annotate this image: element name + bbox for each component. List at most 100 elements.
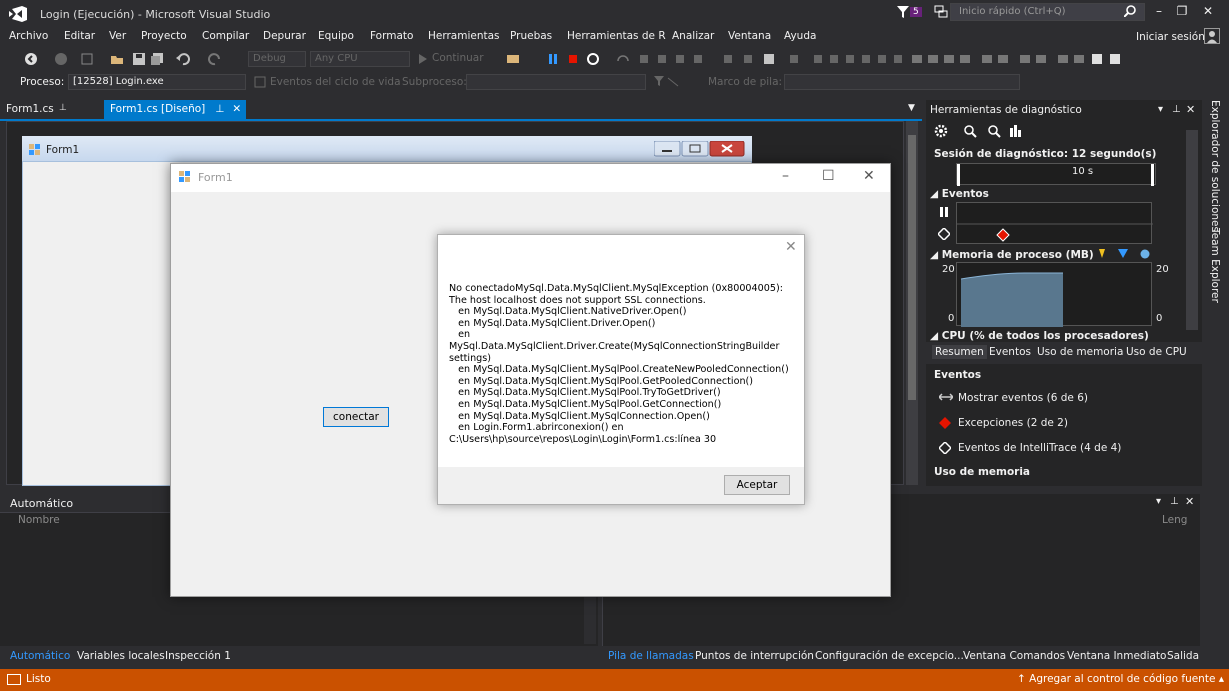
menu-pruebas[interactable]: Pruebas bbox=[510, 30, 552, 42]
cpu-track-header[interactable]: ◢ CPU (% de todos los procesadores) bbox=[930, 330, 1149, 342]
form1-close-button[interactable]: ✕ bbox=[863, 168, 875, 184]
pin-icon[interactable]: ⊥ bbox=[215, 103, 224, 115]
tab-pila-de-llamadas[interactable]: Pila de llamadas bbox=[608, 650, 694, 662]
events-track-header[interactable]: ◢ Eventos bbox=[930, 188, 989, 200]
panel-dropdown-icon[interactable]: ▾ bbox=[1156, 496, 1161, 507]
thread-select[interactable] bbox=[466, 74, 646, 90]
tab-inspeccion-1[interactable]: Inspección 1 bbox=[165, 650, 231, 662]
autos-column-name[interactable]: Nombre bbox=[18, 514, 60, 526]
menu-equipo[interactable]: Equipo bbox=[318, 30, 354, 42]
zoom-out-icon[interactable] bbox=[987, 124, 1001, 141]
connect-button[interactable]: conectar bbox=[323, 407, 389, 427]
ok-button[interactable]: Aceptar bbox=[724, 475, 790, 495]
user-avatar-icon[interactable] bbox=[1204, 28, 1220, 44]
tab-configuracion-excepciones[interactable]: Configuración de excepcio... bbox=[815, 650, 964, 662]
tab-uso-de-memoria[interactable]: Uso de memoria bbox=[1037, 346, 1123, 358]
tab-uso-de-cpu[interactable]: Uso de CPU bbox=[1126, 346, 1187, 358]
memory-track-header-label: Memoria de proceso (MB) bbox=[941, 249, 1094, 261]
restart-icon[interactable] bbox=[586, 52, 600, 66]
restore-button[interactable]: ❐ bbox=[1170, 4, 1194, 22]
redo-icon[interactable] bbox=[208, 52, 222, 66]
menu-herramientas-r[interactable]: Herramientas de R bbox=[567, 30, 666, 42]
filter-icon[interactable] bbox=[897, 6, 909, 21]
message-box-close-button[interactable]: ✕ bbox=[785, 239, 797, 255]
notifications-badge[interactable]: 5 bbox=[910, 7, 922, 17]
sign-in-link[interactable]: Iniciar sesión bbox=[1136, 31, 1205, 43]
tab-variables-locales[interactable]: Variables locales bbox=[77, 650, 165, 662]
diagnostic-timeline[interactable] bbox=[956, 163, 1156, 186]
close-panel-icon[interactable]: ✕ bbox=[1186, 103, 1195, 116]
solution-explorer-tab[interactable]: Explorador de soluciones bbox=[1209, 100, 1221, 232]
tab-form1-cs[interactable]: Form1.cs bbox=[6, 103, 54, 115]
continue-button[interactable]: Continuar bbox=[432, 52, 484, 64]
pause-icon[interactable] bbox=[546, 52, 560, 66]
events-track[interactable] bbox=[956, 202, 1153, 244]
menu-compilar[interactable]: Compilar bbox=[202, 30, 249, 42]
process-select[interactable]: [12528] Login.exe bbox=[68, 74, 246, 90]
menu-ver[interactable]: Ver bbox=[109, 30, 126, 42]
menu-formato[interactable]: Formato bbox=[370, 30, 413, 42]
tab-automatico[interactable]: Automático bbox=[10, 650, 70, 662]
form1-minimize-button[interactable]: – bbox=[782, 168, 789, 184]
menu-analizar[interactable]: Analizar bbox=[672, 30, 714, 42]
close-button[interactable]: ✕ bbox=[1196, 4, 1220, 22]
quick-launch-input[interactable]: Inicio rápido (Ctrl+Q) bbox=[950, 3, 1145, 21]
stack-frame-select[interactable] bbox=[784, 74, 1020, 90]
gc-marker-icon bbox=[1097, 249, 1107, 262]
continue-icon[interactable] bbox=[418, 53, 428, 68]
step-over-icon[interactable] bbox=[616, 52, 630, 66]
pin-icon[interactable]: ⊥ bbox=[59, 103, 67, 113]
search-icon[interactable] bbox=[1123, 5, 1136, 20]
zoom-in-icon[interactable] bbox=[963, 124, 977, 141]
minimize-button[interactable]: – bbox=[1147, 4, 1171, 22]
tab-eventos[interactable]: Eventos bbox=[989, 346, 1031, 358]
tab-dropdown-icon[interactable]: ▼ bbox=[908, 103, 915, 113]
tab-form1-design[interactable]: Form1.cs [Diseño] ⊥ ✕ bbox=[104, 100, 246, 119]
exceptions-link[interactable]: Excepciones (2 de 2) bbox=[958, 417, 1068, 429]
menu-herramientas[interactable]: Herramientas bbox=[428, 30, 500, 42]
close-panel-icon[interactable]: ✕ bbox=[1185, 495, 1194, 508]
intellitrace-events-link[interactable]: Eventos de IntelliTrace (4 de 4) bbox=[958, 442, 1121, 454]
tab-puntos-de-interrupcion[interactable]: Puntos de interrupción bbox=[695, 650, 814, 662]
stop-icon[interactable] bbox=[566, 52, 580, 66]
language-column[interactable]: Leng bbox=[1162, 514, 1187, 526]
new-project-icon[interactable] bbox=[80, 52, 94, 66]
save-all-icon[interactable] bbox=[150, 52, 164, 66]
back-icon[interactable] bbox=[24, 52, 38, 66]
memory-track-header[interactable]: ◢ Memoria de proceso (MB) bbox=[930, 249, 1094, 261]
platform-select[interactable]: Any CPU bbox=[310, 51, 410, 67]
save-icon[interactable] bbox=[132, 52, 146, 66]
settings-gear-icon[interactable] bbox=[934, 124, 948, 141]
forward-icon[interactable] bbox=[54, 52, 68, 66]
menu-ventana[interactable]: Ventana bbox=[728, 30, 771, 42]
pin-icon[interactable]: ⊥ bbox=[1170, 496, 1179, 507]
team-explorer-tab[interactable]: Team Explorer bbox=[1209, 228, 1221, 303]
add-to-source-control-button[interactable]: ↑ Agregar al control de código fuente ▴ bbox=[1017, 673, 1224, 685]
lifecycle-events-icon[interactable] bbox=[254, 76, 266, 91]
form1-maximize-button[interactable]: ☐ bbox=[822, 168, 835, 184]
open-file-icon[interactable] bbox=[110, 52, 124, 66]
menu-ayuda[interactable]: Ayuda bbox=[784, 30, 816, 42]
close-tab-icon[interactable]: ✕ bbox=[232, 103, 241, 115]
undo-icon[interactable] bbox=[176, 52, 190, 66]
tab-resumen[interactable]: Resumen bbox=[932, 345, 987, 359]
browser-link-icon[interactable] bbox=[506, 52, 520, 66]
panel-dropdown-icon[interactable]: ▾ bbox=[1158, 104, 1163, 115]
memory-usage-chart[interactable] bbox=[956, 262, 1152, 327]
flag-threads-icon[interactable] bbox=[654, 76, 684, 91]
editor-scrollbar-thumb[interactable] bbox=[908, 135, 916, 400]
tab-salida[interactable]: Salida bbox=[1167, 650, 1199, 662]
reset-view-icon[interactable] bbox=[1009, 124, 1023, 141]
pin-icon[interactable]: ⊥ bbox=[1172, 104, 1181, 115]
menu-archivo[interactable]: Archivo bbox=[9, 30, 48, 42]
tab-ventana-inmediato[interactable]: Ventana Inmediato bbox=[1067, 650, 1166, 662]
menu-editar[interactable]: Editar bbox=[64, 30, 95, 42]
menu-depurar[interactable]: Depurar bbox=[263, 30, 306, 42]
feedback-icon[interactable] bbox=[934, 5, 948, 22]
show-events-link[interactable]: Mostrar eventos (6 de 6) bbox=[958, 392, 1088, 404]
lifecycle-events-button[interactable]: Eventos del ciclo de vida bbox=[270, 76, 401, 88]
configuration-select[interactable]: Debug bbox=[248, 51, 306, 67]
diagnostics-scrollbar[interactable] bbox=[1186, 130, 1198, 330]
menu-proyecto[interactable]: Proyecto bbox=[141, 30, 187, 42]
tab-ventana-comandos[interactable]: Ventana Comandos bbox=[963, 650, 1065, 662]
